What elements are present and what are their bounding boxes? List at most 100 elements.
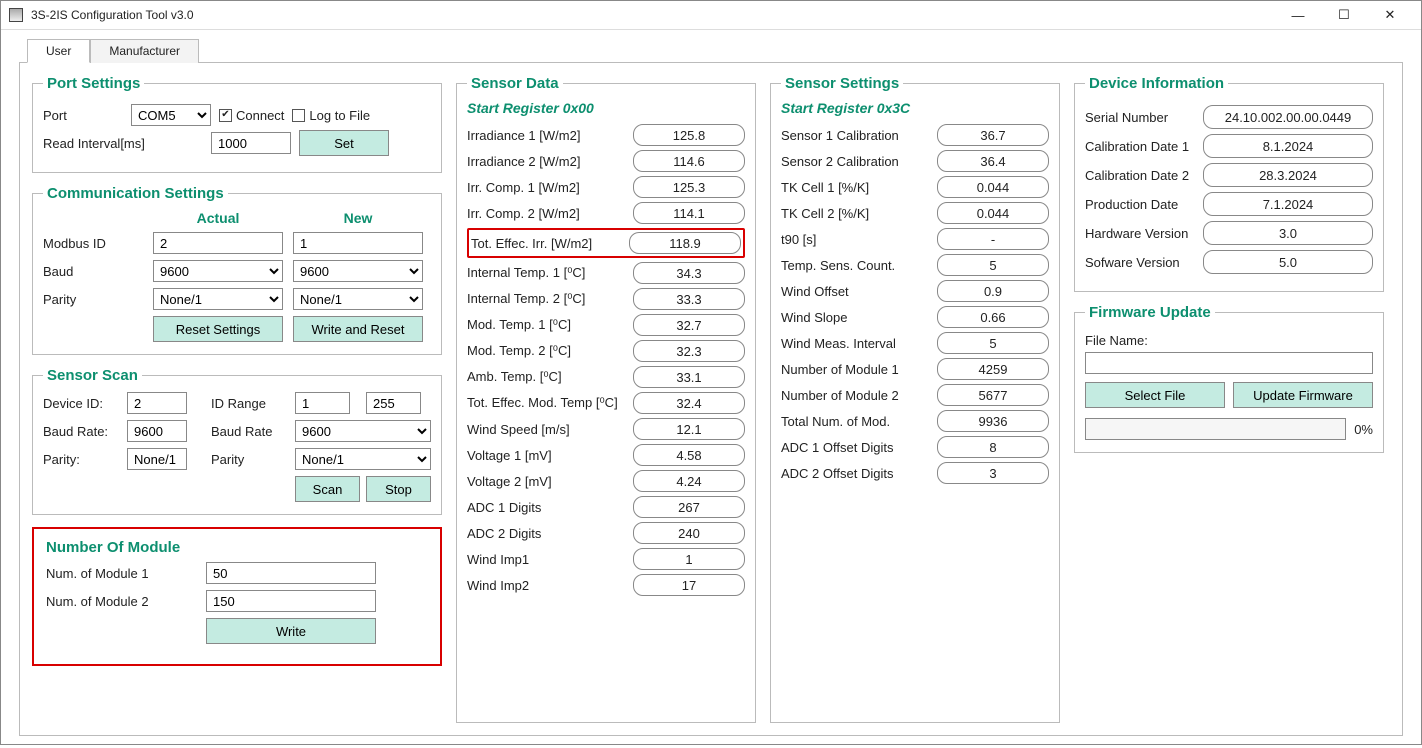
sensor-setting-value: 36.4 bbox=[937, 150, 1049, 172]
close-button[interactable]: ✕ bbox=[1367, 1, 1413, 29]
tab-user[interactable]: User bbox=[27, 39, 90, 63]
device-info-label: Serial Number bbox=[1085, 110, 1203, 125]
write-and-reset-button[interactable]: Write and Reset bbox=[293, 316, 423, 342]
sensor-setting-value: 3 bbox=[937, 462, 1049, 484]
sensor-data-value: 32.3 bbox=[633, 340, 745, 362]
device-info-label: Hardware Version bbox=[1085, 226, 1203, 241]
sensor-data-label: Irradiance 2 [W/m2] bbox=[467, 154, 633, 169]
app-icon bbox=[9, 8, 23, 22]
parity-scan-select[interactable]: None/1 bbox=[295, 448, 431, 470]
sensor-data-label: Irr. Comp. 2 [W/m2] bbox=[467, 206, 633, 221]
device-info-label: Sofware Version bbox=[1085, 255, 1203, 270]
baud-rate-value bbox=[127, 420, 187, 442]
device-id-value bbox=[127, 392, 187, 414]
sensor-data-value: 33.1 bbox=[633, 366, 745, 388]
file-name-label: File Name: bbox=[1085, 333, 1373, 348]
sensor-setting-label: Sensor 1 Calibration bbox=[781, 128, 937, 143]
port-settings-legend: Port Settings bbox=[43, 75, 144, 92]
sensor-data-row: Tot. Effec. Irr. [W/m2]118.9 bbox=[471, 232, 741, 254]
scan-button[interactable]: Scan bbox=[295, 476, 360, 502]
set-button[interactable]: Set bbox=[299, 130, 389, 156]
file-name-input[interactable] bbox=[1085, 352, 1373, 374]
id-range-from[interactable] bbox=[295, 392, 350, 414]
port-select[interactable]: COM5 bbox=[131, 104, 211, 126]
port-label: Port bbox=[43, 108, 123, 123]
port-settings-group: Port Settings Port COM5 ✔Connect Log to … bbox=[32, 75, 442, 173]
device-info-value: 28.3.2024 bbox=[1203, 163, 1373, 187]
sensor-setting-row: Wind Slope0.66 bbox=[781, 306, 1049, 328]
sensor-data-value: 114.1 bbox=[633, 202, 745, 224]
sensor-data-value: 33.3 bbox=[633, 288, 745, 310]
sensor-data-value: 240 bbox=[633, 522, 745, 544]
baud-rate-label2: Baud Rate bbox=[211, 424, 289, 439]
sensor-setting-row: Wind Meas. Interval5 bbox=[781, 332, 1049, 354]
sensor-data-row: Mod. Temp. 1 [⁰C]32.7 bbox=[467, 314, 745, 336]
sensor-setting-row: TK Cell 1 [%/K]0.044 bbox=[781, 176, 1049, 198]
modbus-id-new[interactable] bbox=[293, 232, 423, 254]
sensor-setting-label: Total Num. of Mod. bbox=[781, 414, 937, 429]
sensor-data-row: Irr. Comp. 1 [W/m2]125.3 bbox=[467, 176, 745, 198]
sensor-data-value: 34.3 bbox=[633, 262, 745, 284]
device-info-row: Serial Number24.10.002.00.00.0449 bbox=[1085, 105, 1373, 129]
minimize-button[interactable]: — bbox=[1275, 1, 1321, 29]
sensor-setting-row: Total Num. of Mod.9936 bbox=[781, 410, 1049, 432]
num-module-2-input[interactable] bbox=[206, 590, 376, 612]
sensor-data-row: Internal Temp. 1 [⁰C]34.3 bbox=[467, 262, 745, 284]
tab-manufacturer[interactable]: Manufacturer bbox=[90, 39, 199, 63]
sensor-data-row: Tot. Effec. Mod. Temp [⁰C]32.4 bbox=[467, 392, 745, 414]
sensor-data-label: Irr. Comp. 1 [W/m2] bbox=[467, 180, 633, 195]
sensor-data-value: 4.24 bbox=[633, 470, 745, 492]
log-to-file-checkbox[interactable]: Log to File bbox=[292, 108, 370, 123]
sensor-data-label: Irradiance 1 [W/m2] bbox=[467, 128, 633, 143]
sensor-setting-value: 36.7 bbox=[937, 124, 1049, 146]
device-info-legend: Device Information bbox=[1085, 75, 1228, 92]
communication-settings-group: Communication Settings Actual New Modbus… bbox=[32, 185, 442, 355]
stop-button[interactable]: Stop bbox=[366, 476, 431, 502]
write-module-button[interactable]: Write bbox=[206, 618, 376, 644]
parity-new-select[interactable]: None/1 bbox=[293, 288, 423, 310]
connect-checkbox[interactable]: ✔Connect bbox=[219, 108, 284, 123]
num-module-1-label: Num. of Module 1 bbox=[46, 566, 196, 581]
sensor-data-label: Voltage 1 [mV] bbox=[467, 448, 633, 463]
sensor-data-label: Voltage 2 [mV] bbox=[467, 474, 633, 489]
baud-new-select[interactable]: 9600 bbox=[293, 260, 423, 282]
num-module-2-label: Num. of Module 2 bbox=[46, 594, 196, 609]
sensor-data-label: Wind Imp1 bbox=[467, 552, 633, 567]
update-firmware-button[interactable]: Update Firmware bbox=[1233, 382, 1373, 408]
reset-settings-button[interactable]: Reset Settings bbox=[153, 316, 283, 342]
id-range-to[interactable] bbox=[366, 392, 421, 414]
sensor-data-value: 125.8 bbox=[633, 124, 745, 146]
sensor-scan-group: Sensor Scan Device ID: ID Range Baud Rat… bbox=[32, 367, 442, 515]
baud-rate-select[interactable]: 9600 bbox=[295, 420, 431, 442]
modbus-id-actual[interactable] bbox=[153, 232, 283, 254]
firmware-progress-bar bbox=[1085, 418, 1346, 440]
read-interval-input[interactable] bbox=[211, 132, 291, 154]
maximize-button[interactable]: ☐ bbox=[1321, 1, 1367, 29]
window-title: 3S-2IS Configuration Tool v3.0 bbox=[31, 8, 194, 22]
sensor-data-row: Mod. Temp. 2 [⁰C]32.3 bbox=[467, 340, 745, 362]
sensor-data-row: Voltage 1 [mV]4.58 bbox=[467, 444, 745, 466]
sensor-data-label: Mod. Temp. 1 [⁰C] bbox=[467, 317, 633, 333]
sensor-setting-value: 0.044 bbox=[937, 202, 1049, 224]
sensor-data-value: 114.6 bbox=[633, 150, 745, 172]
sensor-data-row: Amb. Temp. [⁰C]33.1 bbox=[467, 366, 745, 388]
device-info-value: 5.0 bbox=[1203, 250, 1373, 274]
sensor-setting-label: TK Cell 2 [%/K] bbox=[781, 206, 937, 221]
device-info-row: Calibration Date 18.1.2024 bbox=[1085, 134, 1373, 158]
sensor-setting-label: ADC 1 Offset Digits bbox=[781, 440, 937, 455]
baud-actual-select[interactable]: 9600 bbox=[153, 260, 283, 282]
sensor-data-row: Irr. Comp. 2 [W/m2]114.1 bbox=[467, 202, 745, 224]
sensor-setting-row: Sensor 1 Calibration36.7 bbox=[781, 124, 1049, 146]
sensor-data-row: Wind Imp217 bbox=[467, 574, 745, 596]
sensor-data-value: 32.7 bbox=[633, 314, 745, 336]
sensor-data-label: Mod. Temp. 2 [⁰C] bbox=[467, 343, 633, 359]
sensor-setting-label: Wind Slope bbox=[781, 310, 937, 325]
select-file-button[interactable]: Select File bbox=[1085, 382, 1225, 408]
sensor-setting-label: Number of Module 1 bbox=[781, 362, 937, 377]
parity-actual-select[interactable]: None/1 bbox=[153, 288, 283, 310]
device-info-row: Hardware Version3.0 bbox=[1085, 221, 1373, 245]
number-of-module-legend: Number Of Module bbox=[46, 539, 428, 556]
device-info-label: Calibration Date 2 bbox=[1085, 168, 1203, 183]
sensor-setting-value: 5677 bbox=[937, 384, 1049, 406]
num-module-1-input[interactable] bbox=[206, 562, 376, 584]
